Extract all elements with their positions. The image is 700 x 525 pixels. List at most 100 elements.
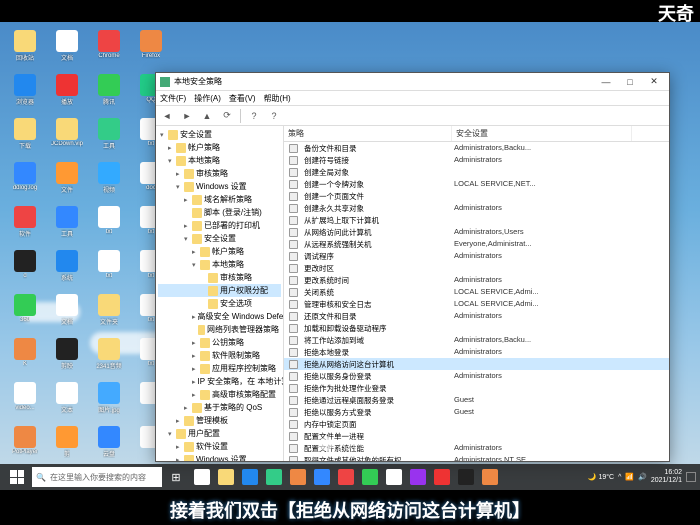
desktop-icon[interactable]: 文件夹 (92, 294, 126, 332)
taskbar-app[interactable] (406, 466, 430, 488)
taskbar-app[interactable] (358, 466, 382, 488)
taskbar-app[interactable] (310, 466, 334, 488)
policy-row[interactable]: 拒绝作为批处理作业登录 (284, 382, 669, 394)
help-button[interactable]: ? (267, 109, 281, 123)
menu-file[interactable]: 文件(F) (160, 93, 186, 104)
tree-node[interactable]: 审核策略 (158, 271, 281, 284)
volume-icon[interactable]: 🔊 (638, 473, 647, 481)
desktop-icon[interactable]: 2341音频 (92, 338, 126, 376)
taskbar-app[interactable] (454, 466, 478, 488)
tree-node[interactable]: ▸高级审核策略配置 (158, 388, 281, 401)
desktop-icon[interactable]: 播放 (50, 74, 84, 112)
policy-row[interactable]: 从网络访问此计算机Administrators,Users (284, 226, 669, 238)
desktop-icon[interactable]: 工具 (92, 118, 126, 156)
desktop-icon[interactable]: Chrome (92, 30, 126, 68)
task-view-button[interactable]: ⊞ (164, 466, 188, 488)
policy-row[interactable]: 创建一个令牌对象LOCAL SERVICE,NET... (284, 178, 669, 190)
desktop-icon[interactable]: 剪映 (50, 338, 84, 376)
taskbar-app[interactable] (190, 466, 214, 488)
taskbar-app[interactable] (286, 466, 310, 488)
policy-row[interactable]: 将工作站添加到域Administrators,Backu... (284, 334, 669, 346)
policy-row[interactable]: 关闭系统LOCAL SERVICE,Admi... (284, 286, 669, 298)
start-button[interactable] (4, 466, 30, 488)
policy-row[interactable]: 从扩展坞上取下计算机 (284, 214, 669, 226)
desktop-icon[interactable]: 系统 (50, 250, 84, 288)
up-button[interactable]: ▲ (200, 109, 214, 123)
desktop-icon[interactable]: 下载 (8, 118, 42, 156)
desktop-icon[interactable]: K (8, 338, 42, 376)
close-button[interactable]: ✕ (643, 75, 665, 89)
taskbar-app[interactable] (430, 466, 454, 488)
desktop-icon[interactable]: 视频 (92, 162, 126, 200)
tree-node[interactable]: 安全选项 (158, 297, 281, 310)
tree-node[interactable]: ▸公钥策略 (158, 336, 281, 349)
policy-row[interactable]: 从远程系统强制关机Everyone,Administrat... (284, 238, 669, 250)
policy-list[interactable]: 策略 安全设置 备份文件和目录Administrators,Backu...创建… (284, 126, 669, 461)
tree-node[interactable]: ▸IP 安全策略，在 本地计算机 (158, 375, 281, 388)
policy-row[interactable]: 更改系统时间Administrators (284, 274, 669, 286)
policy-row[interactable]: 拒绝通过远程桌面服务登录Guest (284, 394, 669, 406)
policy-row[interactable]: 备份文件和目录Administrators,Backu... (284, 142, 669, 154)
tree-node[interactable]: ▾安全设置 (158, 232, 281, 245)
notification-button[interactable] (686, 472, 696, 482)
tree-node[interactable]: 用户权限分配 (158, 284, 281, 297)
desktop-icon[interactable]: 图片.jpg (92, 382, 126, 420)
desktop-icon[interactable]: 腾讯 (92, 74, 126, 112)
desktop-icon[interactable]: 回收站 (8, 30, 42, 68)
system-tray[interactable]: 🌙 19°C ^ 📶 🔊 16:02 2021/12/1 (588, 469, 696, 484)
tree-node[interactable]: ▾本地策略 (158, 258, 281, 271)
policy-row[interactable]: 加载和卸载设备驱动程序 (284, 322, 669, 334)
desktop-icon[interactable]: JCDown.vip (50, 118, 84, 156)
policy-row[interactable]: 更改时区 (284, 262, 669, 274)
desktop-icon[interactable]: 剪 (50, 426, 84, 464)
maximize-button[interactable]: □ (619, 75, 641, 89)
export-button[interactable]: ? (247, 109, 261, 123)
tree-panel[interactable]: ▾安全设置▸帐户策略▾本地策略▸审核策略▾Windows 设置▸域名解析策略脚本… (156, 126, 284, 461)
tree-node[interactable]: ▸帐户策略 (158, 245, 281, 258)
desktop-icon[interactable]: 文件 (50, 162, 84, 200)
tree-node[interactable]: ▸审核策略 (158, 167, 281, 180)
policy-row[interactable]: 创建一个页面文件 (284, 190, 669, 202)
desktop-icon[interactable]: 工具 (50, 206, 84, 244)
taskbar-app[interactable] (382, 466, 406, 488)
fwd-button[interactable]: ► (180, 109, 194, 123)
tree-node[interactable]: ▸软件限制策略 (158, 349, 281, 362)
col-policy[interactable]: 策略 (284, 126, 452, 141)
policy-row[interactable]: 创建全局对象 (284, 166, 669, 178)
tree-node[interactable]: ▸域名解析策略 (158, 193, 281, 206)
policy-row[interactable]: 拒绝本地登录Administrators (284, 346, 669, 358)
policy-row[interactable]: 调试程序Administrators (284, 250, 669, 262)
desktop-icon[interactable]: 360 (8, 294, 42, 332)
policy-row[interactable]: 取得文件或其他对象的所有权Administrators,NT SE... (284, 454, 669, 461)
policy-row[interactable]: 拒绝从网络访问这台计算机 (284, 358, 669, 370)
minimize-button[interactable]: — (595, 75, 617, 89)
desktop-icon[interactable]: Firefox (134, 30, 168, 68)
tree-node[interactable]: ▾Windows 设置 (158, 180, 281, 193)
desktop-icon[interactable]: video... (8, 382, 42, 420)
policy-row[interactable]: 还原文件和目录Administrators (284, 310, 669, 322)
clock[interactable]: 16:02 2021/12/1 (651, 469, 682, 484)
menu-view[interactable]: 查看(V) (229, 93, 256, 104)
policy-row[interactable]: 创建符号链接Administrators (284, 154, 669, 166)
desktop-icon[interactable]: txt (92, 206, 126, 244)
tree-node[interactable]: ▸Windows 设置 (158, 453, 281, 461)
refresh-button[interactable]: ⟳ (220, 109, 234, 123)
taskbar-app[interactable] (214, 466, 238, 488)
tray-chevron-icon[interactable]: ^ (618, 474, 621, 481)
desktop-icon[interactable]: PotPlayer (8, 426, 42, 464)
network-icon[interactable]: 📶 (625, 473, 634, 481)
desktop-icon[interactable]: ddlog.log (8, 162, 42, 200)
desktop-icon[interactable]: 软件 (8, 206, 42, 244)
policy-row[interactable]: 拒绝以服务身份登录Administrators (284, 370, 669, 382)
tree-node[interactable]: ▸已部署的打印机 (158, 219, 281, 232)
tree-node[interactable]: ▸基于策略的 QoS (158, 401, 281, 414)
back-button[interactable]: ◄ (160, 109, 174, 123)
menu-action[interactable]: 操作(A) (194, 93, 221, 104)
taskbar-app[interactable] (238, 466, 262, 488)
tree-node[interactable]: ▾安全设置 (158, 128, 281, 141)
desktop-icon[interactable]: 文本 (50, 382, 84, 420)
tree-node[interactable]: ▸软件设置 (158, 440, 281, 453)
desktop-icon[interactable]: d (8, 250, 42, 288)
tree-node[interactable]: 脚本 (登录/注销) (158, 206, 281, 219)
policy-row[interactable]: 拒绝以服务方式登录Guest (284, 406, 669, 418)
